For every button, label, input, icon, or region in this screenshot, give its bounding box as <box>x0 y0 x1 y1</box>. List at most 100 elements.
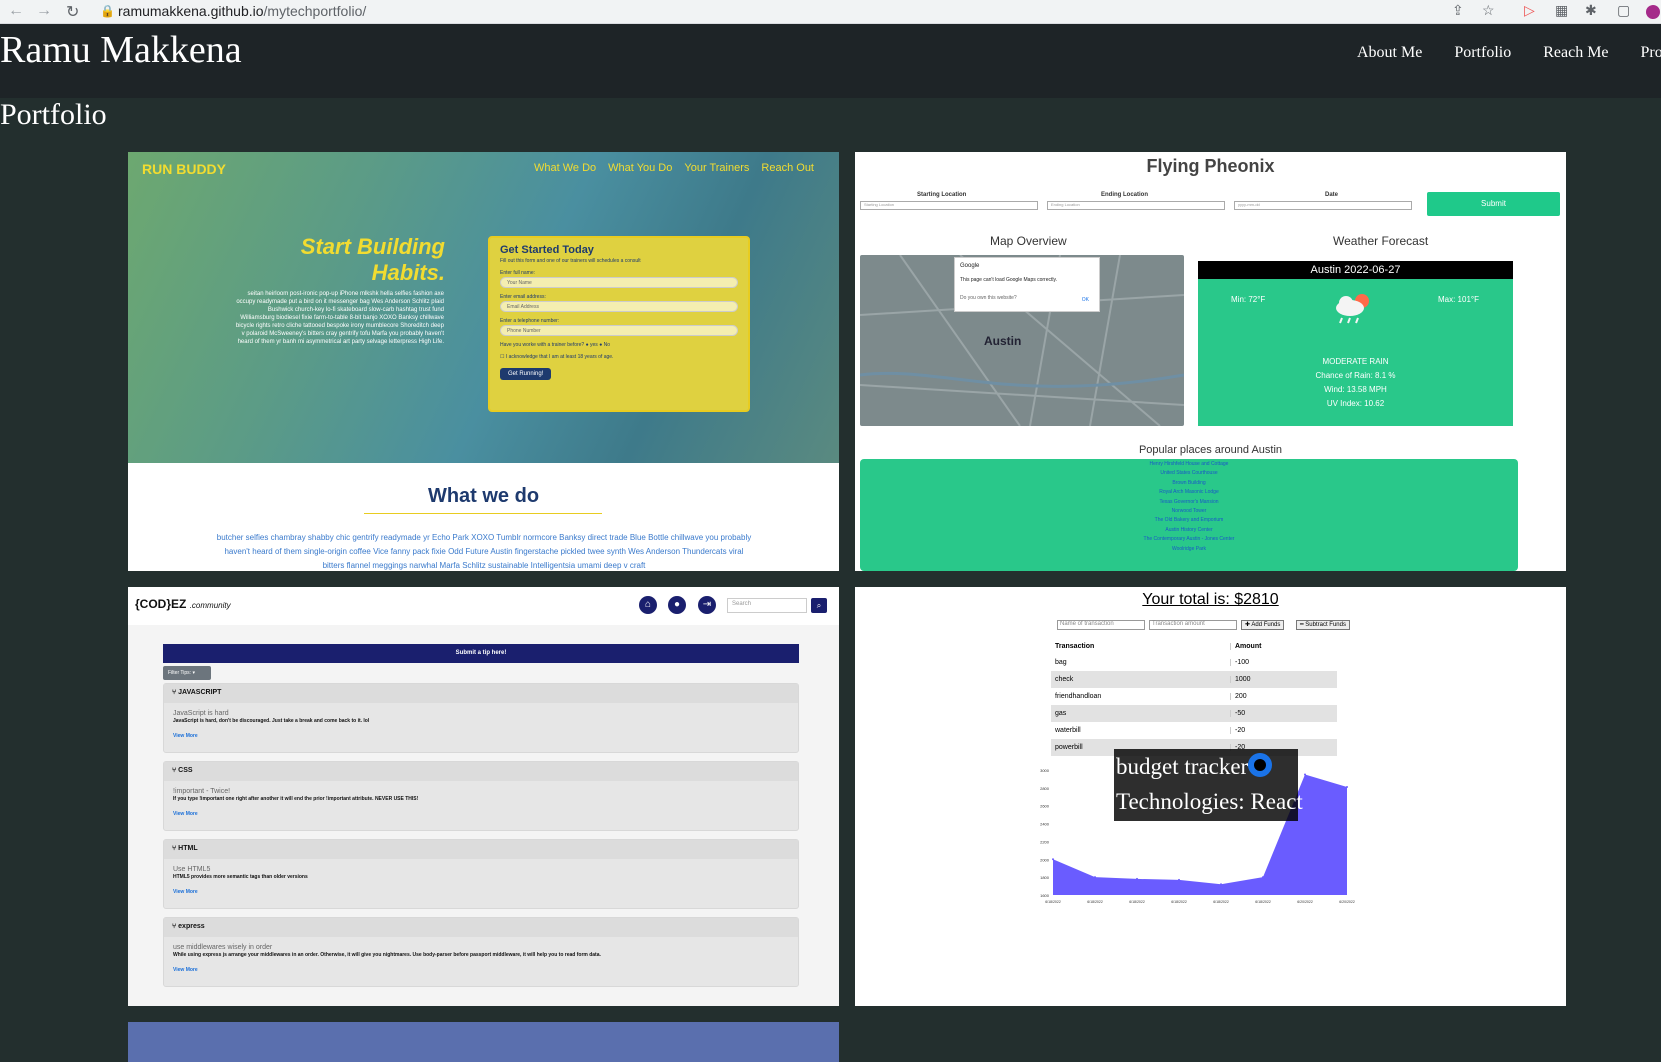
fp-conditions: MODERATE RAIN Chance of Rain: 8.1 % Wind… <box>1315 357 1396 408</box>
y-tick-label: 2000 <box>1040 857 1050 862</box>
browser-toolbar: ← → ↻ 🔒 ramumakkena.github.io/mytechport… <box>0 0 1661 24</box>
fp-places-list: Henry Hirshfeld House and Cottage United… <box>860 459 1518 571</box>
data-point <box>1094 876 1096 879</box>
project-card-flying-pheonix[interactable]: Flying Pheonix Starting Location Ending … <box>855 152 1566 571</box>
x-tick-label: 6/20/2022 <box>1339 900 1355 904</box>
rb-input: Email Address <box>500 301 738 312</box>
address-bar[interactable]: ramumakkena.github.io/mytechportfolio/ <box>118 3 366 19</box>
divider <box>364 513 602 514</box>
table-row: waterbill -20 <box>1051 722 1337 739</box>
bt-name-input: Name of transaction <box>1057 620 1145 630</box>
cz-tip-card: ⑂ express use middlewares wisely in orde… <box>163 917 799 987</box>
run-buddy-nav: What We Do What You Do Your Trainers Rea… <box>534 162 814 174</box>
project-card-run-buddy[interactable]: RUN BUDDY What We Do What You Do Your Tr… <box>128 152 839 571</box>
data-point <box>1178 878 1180 881</box>
cz-tip-card: ⑂ HTML Use HTML5 HTML5 provides more sem… <box>163 839 799 909</box>
rb-nav-item: Your Trainers <box>684 162 750 174</box>
sidepanel-icon[interactable]: ▢ <box>1617 2 1630 19</box>
rb-signup-form: Get Started Today Fill out this form and… <box>488 236 750 412</box>
github-icon[interactable] <box>1248 753 1273 777</box>
rb-nav-item: Reach Out <box>761 162 814 174</box>
cz-filter-dropdown: Filter Tips: ▾ <box>163 666 211 680</box>
table-row: friendhandloan 200 <box>1051 688 1337 705</box>
rb-ack: ☐ I acknowledge that I am at least 18 ye… <box>500 354 614 360</box>
y-tick-label: 3000 <box>1040 768 1050 773</box>
back-icon[interactable]: ← <box>8 2 24 20</box>
place-item: The Old Bakery and Emporium <box>1154 517 1224 524</box>
rb-nav-item: What You Do <box>608 162 673 174</box>
place-item: Woolridge Park <box>1171 545 1207 552</box>
rb-label: Enter email address: <box>500 294 546 300</box>
data-point <box>1220 883 1222 886</box>
puzzle-icon[interactable]: ✱ <box>1585 2 1597 19</box>
x-tick-label: 6/18/2022 <box>1171 900 1187 904</box>
cz-logo: {COD}EZ .community <box>135 597 231 611</box>
project-technologies: Technologies: React <box>1116 789 1303 814</box>
user-icon: ● <box>668 596 686 614</box>
x-tick-label: 6/20/2022 <box>1297 900 1313 904</box>
bookmark-star-icon[interactable]: ☆ <box>1482 2 1495 19</box>
nav-portfolio[interactable]: Portfolio <box>1454 44 1511 62</box>
extension-grid-icon[interactable]: ▦ <box>1555 2 1568 19</box>
main-nav: About Me Portfolio Reach Me Pro <box>1357 44 1661 62</box>
fp-weather-card: Austin 2022-06-27 Min: 72°F Max: 101°F M… <box>1198 261 1513 426</box>
logout-icon: ⇥ <box>698 596 716 614</box>
lock-icon: 🔒 <box>100 4 115 18</box>
fp-submit-button: Submit <box>1427 192 1560 216</box>
reload-icon[interactable]: ↻ <box>66 2 79 22</box>
place-item: Royal Arch Masonic Lodge <box>1159 489 1219 496</box>
site-header: Ramu Makkena About Me Portfolio Reach Me… <box>0 24 1661 98</box>
fp-label: Ending Location <box>1101 192 1148 198</box>
fp-popular-title: Popular places around Austin <box>1138 444 1283 456</box>
project-card-partial[interactable] <box>128 1022 839 1062</box>
forward-icon[interactable]: → <box>36 2 52 20</box>
fp-max-temp: Max: 101°F <box>1438 295 1479 304</box>
cz-tip-card: ⑂ JAVASCRIPT JavaScript is hard JavaScri… <box>163 683 799 753</box>
rb-label: Enter full name: <box>500 270 536 276</box>
nav-reach-me[interactable]: Reach Me <box>1543 44 1608 62</box>
x-tick-label: 6/18/2022 <box>1129 900 1145 904</box>
table-header: Transaction Amount <box>1051 638 1337 654</box>
rain-cloud-icon <box>1336 294 1369 324</box>
y-tick-label: 2400 <box>1040 822 1050 827</box>
fp-label: Date <box>1325 192 1339 198</box>
cz-navbar: {COD}EZ .community ⌂ ● ⇥ Search ⌕ <box>128 587 839 625</box>
y-tick-label: 1800 <box>1040 875 1050 880</box>
rb-input: Phone Number <box>500 325 738 336</box>
rb-what-we-do-text: butcher selfies chambray shabby chic gen… <box>216 533 752 570</box>
table-row: bag -100 <box>1051 654 1337 671</box>
run-buddy-logo: RUN BUDDY <box>142 161 226 177</box>
fp-label: Starting Location <box>917 192 967 198</box>
nav-about-me[interactable]: About Me <box>1357 44 1422 62</box>
rb-question: Have you worke with a trainer before? ● … <box>500 342 611 348</box>
share-icon[interactable]: ⇪ <box>1452 2 1464 19</box>
table-row: gas -50 <box>1051 705 1337 722</box>
data-point <box>1136 877 1138 880</box>
y-tick-label: 2800 <box>1040 786 1050 791</box>
place-item: Henry Hirshfeld House and Cottage <box>1149 461 1229 467</box>
rb-hero-text: seitan heirloom post-ironic pop-up iPhon… <box>235 291 444 345</box>
bt-total: Your total is: $2810 <box>1142 591 1279 608</box>
project-card-budget-tracker[interactable]: Your total is: $2810 Name of transaction… <box>855 587 1566 1006</box>
rb-form-title: Get Started Today <box>500 244 594 256</box>
place-item: Texas Governor's Mansion <box>1159 498 1219 505</box>
cz-search-input: Search <box>727 598 807 613</box>
place-item: Norwood Tower <box>1171 508 1207 515</box>
fp-input: Starting Location <box>860 201 1038 210</box>
x-tick-label: 6/18/2022 <box>1087 900 1103 904</box>
rb-what-we-do-heading: What we do <box>427 485 540 507</box>
place-item: United States Courthouse <box>1160 470 1218 477</box>
fp-map-error-dialog: Google This page can't load Google Maps … <box>954 257 1100 312</box>
bt-amount-input: Transaction amount <box>1149 620 1237 630</box>
project-card-codez[interactable]: {COD}EZ .community ⌂ ● ⇥ Search ⌕ Submit… <box>128 587 839 1006</box>
site-brand[interactable]: Ramu Makkena <box>0 28 242 72</box>
data-point <box>1052 858 1054 861</box>
extension-icon[interactable]: ▷ <box>1524 2 1535 19</box>
nav-projects[interactable]: Pro <box>1641 44 1661 62</box>
project-hover-overlay[interactable]: budget tracker Technologies: React <box>1114 749 1303 821</box>
project-title: budget tracker <box>1116 754 1249 779</box>
place-item: Austin History Center <box>1165 526 1213 533</box>
rb-get-running-button: Get Running! <box>500 368 552 380</box>
profile-avatar[interactable] <box>1646 5 1660 19</box>
fp-weather-title: Weather Forecast <box>1333 234 1429 248</box>
